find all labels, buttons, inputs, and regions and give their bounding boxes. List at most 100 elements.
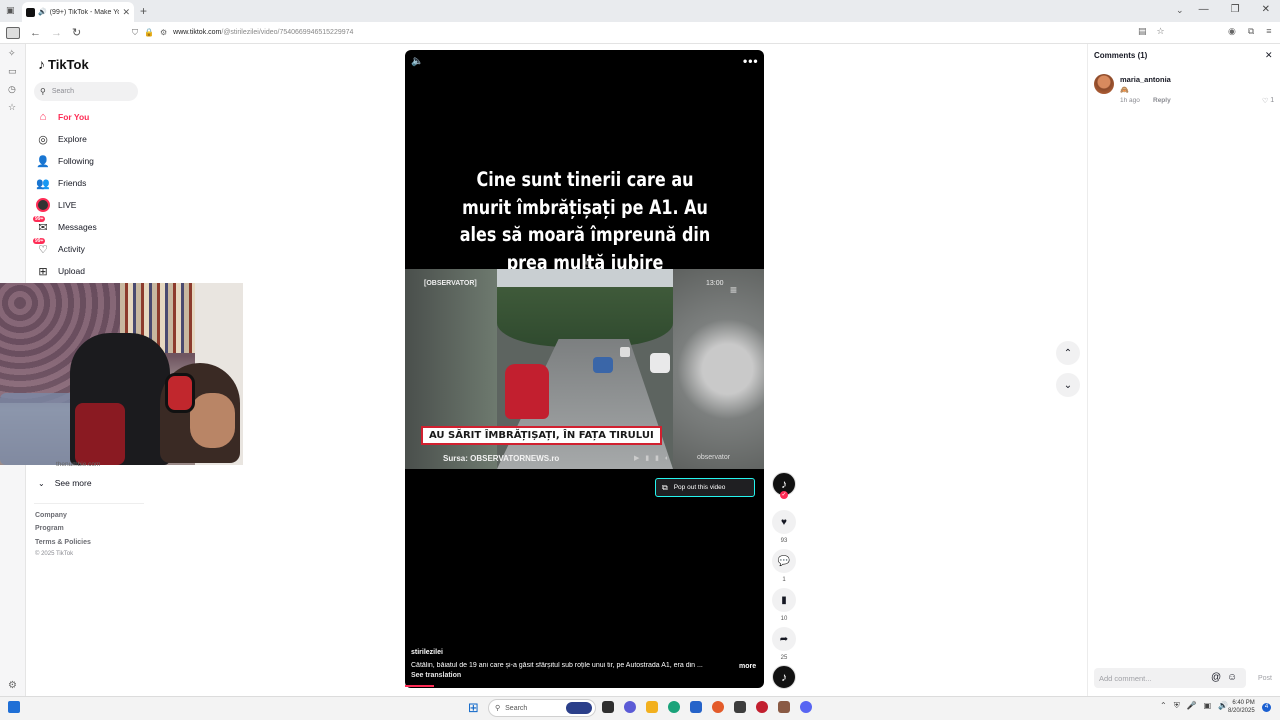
- heart-icon[interactable]: ♥: [772, 510, 796, 534]
- see-more-link[interactable]: ⌄ See more: [38, 478, 92, 488]
- account-icon[interactable]: ◉: [1228, 26, 1236, 37]
- permissions-icon[interactable]: ⚙: [160, 28, 167, 37]
- comment-username[interactable]: maria_antonia: [1120, 75, 1171, 84]
- share-arrow-icon[interactable]: ➦: [772, 627, 796, 651]
- chevron-up-icon[interactable]: ⌃: [1160, 701, 1167, 711]
- footer-link-terms[interactable]: Terms & Policies: [35, 539, 91, 546]
- reload-icon[interactable]: ↻: [72, 26, 81, 39]
- tab-actions-icon[interactable]: ▣: [6, 5, 15, 16]
- close-window-icon[interactable]: ✕: [1262, 4, 1270, 15]
- volume-icon[interactable]: 🔈: [411, 56, 423, 67]
- speaker-icon[interactable]: 🔊: [38, 8, 47, 16]
- extensions-icon[interactable]: ⧉: [1248, 26, 1254, 37]
- bookmark-star-icon[interactable]: ☆: [1157, 26, 1165, 37]
- window-controls: — ❐ ✕: [1199, 4, 1270, 15]
- notification-badge[interactable]: 4: [1262, 703, 1271, 712]
- clip-caption: AU SĂRIT ÎMBRĂȚIȘAȚI, ÎN FAȚA TIRULUI: [421, 426, 662, 445]
- activity-badge: 99+: [33, 237, 46, 244]
- video-progress-bar[interactable]: [405, 685, 434, 687]
- sound-disc-icon[interactable]: ♪: [772, 665, 796, 689]
- emoji-icon[interactable]: ☺: [1227, 672, 1237, 683]
- app-icon[interactable]: [734, 701, 746, 713]
- nav-item-friends[interactable]: 👥 Friends: [36, 175, 86, 191]
- comment-like-button[interactable]: ♡ 1: [1262, 97, 1274, 105]
- webcam-overlay: [0, 283, 243, 465]
- nav-item-following[interactable]: 👤 Following: [36, 153, 94, 169]
- add-comment-input[interactable]: Add comment...: [1094, 668, 1246, 688]
- avatar[interactable]: [1094, 74, 1114, 94]
- see-translation-link[interactable]: See translation: [411, 672, 461, 679]
- search-input[interactable]: ⚲ Search: [34, 82, 138, 101]
- windows-start-icon[interactable]: ⊞: [468, 700, 479, 716]
- nav-item-live[interactable]: LIVE: [36, 197, 76, 213]
- gear-icon[interactable]: ⚙: [8, 680, 17, 691]
- pop-out-video-button[interactable]: ⧉ Pop out this video: [655, 478, 755, 497]
- taskbar-clock[interactable]: 6:40 PM 8/20/2025: [1228, 699, 1255, 715]
- nav-item-messages[interactable]: ✉ 99+ Messages: [33, 215, 97, 235]
- discord-icon[interactable]: [800, 701, 812, 713]
- task-view-icon[interactable]: [602, 701, 614, 713]
- microphone-icon[interactable]: 🎤: [1187, 701, 1197, 711]
- reply-button[interactable]: Reply: [1153, 97, 1171, 104]
- tiktok-logo[interactable]: ♪ TikTok: [38, 56, 89, 72]
- live-avatar-icon: [36, 198, 50, 212]
- chevron-down-icon: ⌄: [38, 478, 45, 488]
- chevron-down-icon[interactable]: ⌄: [1176, 5, 1184, 16]
- nav-label: Explore: [58, 134, 87, 144]
- nav-item-explore[interactable]: ◎ Explore: [36, 131, 87, 147]
- chat-app-icon[interactable]: [624, 701, 636, 713]
- tabs-icon[interactable]: ▭: [8, 66, 17, 77]
- post-button[interactable]: Post: [1258, 675, 1272, 682]
- menu-icon[interactable]: ≡: [1266, 26, 1271, 37]
- file-explorer-icon[interactable]: [646, 701, 658, 713]
- more-link[interactable]: more: [739, 663, 756, 670]
- forward-arrow-icon[interactable]: →: [51, 27, 62, 39]
- reader-view-icon[interactable]: ▤: [1138, 26, 1147, 37]
- browser-tab[interactable]: 🔊 (99+) TikTok - Make Your Da ✕: [22, 2, 134, 22]
- minimize-icon[interactable]: —: [1199, 4, 1209, 15]
- photo-app-icon[interactable]: [778, 701, 790, 713]
- back-arrow-icon[interactable]: ←: [30, 27, 41, 39]
- comment-action[interactable]: 💬 1: [772, 549, 796, 583]
- like-action[interactable]: ♥ 93: [772, 510, 796, 544]
- edge-browser-icon[interactable]: [668, 701, 680, 713]
- following-account-partial[interactable]: thenumbie.com: [56, 461, 100, 468]
- comment-bubble-icon[interactable]: 💬: [772, 549, 796, 573]
- restore-icon[interactable]: ❐: [1231, 4, 1240, 15]
- nav-item-upload[interactable]: ⊞ Upload: [36, 263, 85, 279]
- clip-right-blur: [673, 269, 764, 469]
- history-icon[interactable]: ◷: [8, 84, 16, 95]
- security-icon[interactable]: ⛨: [1174, 701, 1180, 711]
- sidebar-toggle-icon[interactable]: [6, 26, 20, 39]
- ai-chat-icon[interactable]: ✧: [8, 48, 16, 59]
- lock-icon[interactable]: 🔒: [144, 28, 154, 37]
- save-action[interactable]: ▮ 10: [772, 588, 796, 622]
- footer-link-program[interactable]: Program: [35, 525, 64, 532]
- volume-icon[interactable]: 🔊: [1218, 701, 1228, 711]
- new-tab-button[interactable]: +: [140, 4, 147, 18]
- store-icon[interactable]: [690, 701, 702, 713]
- comment-like-count: 1: [1270, 97, 1275, 104]
- taskbar-search[interactable]: ⚲ Search: [488, 699, 596, 717]
- nav-item-activity[interactable]: ♡ 99+ Activity: [33, 237, 85, 257]
- more-options-icon[interactable]: •••: [743, 54, 759, 68]
- clip-watermark: observator: [697, 454, 731, 461]
- network-icon[interactable]: ▣: [1204, 701, 1212, 711]
- next-video-button[interactable]: ⌄: [1056, 373, 1080, 397]
- footer-link-company[interactable]: Company: [35, 512, 67, 519]
- share-action[interactable]: ➦ 25: [772, 627, 796, 661]
- media-app-icon[interactable]: [756, 701, 768, 713]
- previous-video-button[interactable]: ⌃: [1056, 341, 1080, 365]
- follow-check-icon[interactable]: ✓: [780, 491, 788, 499]
- bookmark-icon[interactable]: ▮: [772, 588, 796, 612]
- firefox-icon[interactable]: [712, 701, 724, 713]
- mention-icon[interactable]: @: [1211, 672, 1221, 683]
- video-author[interactable]: stirilezilei: [411, 649, 443, 656]
- nav-item-for-you[interactable]: ⌂ For You: [36, 109, 90, 125]
- close-tab-icon[interactable]: ✕: [122, 7, 130, 18]
- close-icon[interactable]: ✕: [1265, 50, 1273, 61]
- shield-icon[interactable]: ⛉: [132, 28, 138, 38]
- widgets-icon[interactable]: [8, 701, 20, 713]
- url-field[interactable]: ⛉ 🔒 ⚙ www.tiktok.com/@stirilezilei/video…: [132, 25, 1162, 40]
- bookmarks-icon[interactable]: ☆: [8, 102, 16, 113]
